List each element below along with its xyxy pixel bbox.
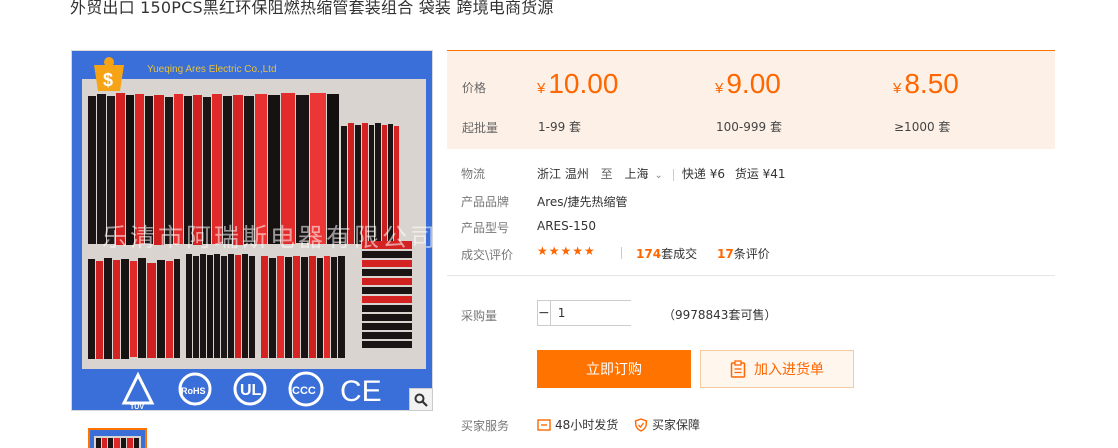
- logistics-label: 物流: [461, 167, 486, 181]
- divider: [447, 275, 1055, 276]
- freight-fee: 货运 ¥41: [734, 167, 786, 181]
- product-main-image[interactable]: TÜV RoHS UL CCC CE Yueqing Ares Electric…: [71, 50, 433, 411]
- add-to-list-label: 加入进货单: [754, 362, 824, 378]
- minus-icon[interactable]: −: [538, 301, 551, 325]
- price-box: 价格 起批量 ¥10.00 ¥9.00 ¥8.50 1-99 套 100-999…: [447, 50, 1055, 149]
- range-tier-3: ≥1000 套: [894, 120, 951, 134]
- add-to-list-button[interactable]: 加入进货单: [700, 350, 854, 388]
- shield-icon: [634, 417, 648, 432]
- price-tier-1: ¥10.00: [537, 68, 619, 99]
- clipboard-icon: [730, 360, 746, 378]
- divider: [621, 247, 622, 259]
- cert-ul-label: UL: [240, 382, 262, 399]
- price-tier-3: ¥8.50: [893, 68, 959, 99]
- model-value: ARES-150: [537, 219, 596, 233]
- cert-tuv-label: TÜV: [130, 402, 144, 411]
- product-title: 外贸出口 150PCS黑红环保阻燃热缩管套装组合 袋装 跨境电商货源: [70, 0, 554, 17]
- moq-label: 起批量: [462, 121, 499, 135]
- chevron-down-icon[interactable]: ⌄: [655, 170, 663, 181]
- zoom-icon[interactable]: [409, 388, 433, 411]
- cert-ccc-label: CCC: [292, 385, 316, 397]
- box-icon: [537, 418, 551, 432]
- sold-count-link[interactable]: 174套成交: [636, 245, 697, 262]
- express-fee: 快递 ¥6: [681, 167, 725, 181]
- cert-ce-label: CE: [340, 375, 382, 408]
- brand-label: 产品品牌: [461, 195, 510, 209]
- deals-label: 成交\评价: [461, 248, 514, 262]
- logistics-to-city[interactable]: 上海: [625, 167, 649, 181]
- range-tier-1: 1-99 套: [538, 120, 582, 134]
- quantity-stepper: −: [537, 300, 708, 326]
- services-label: 买家服务: [461, 419, 510, 433]
- model-label: 产品型号: [461, 221, 510, 235]
- image-watermark-cn: 乐清市阿瑞斯电器有限公司: [102, 223, 433, 252]
- divider: [672, 168, 674, 181]
- svg-text:$: $: [103, 70, 113, 90]
- logistics-to-word: 至: [600, 167, 613, 181]
- buy-now-button[interactable]: 立即订购: [537, 350, 691, 388]
- price-tier-2: ¥9.00: [715, 68, 781, 99]
- brand-value: Ares/捷先热缩管: [537, 195, 628, 209]
- range-tier-2: 100-999 套: [716, 120, 782, 134]
- product-thumbnail[interactable]: [88, 428, 147, 448]
- price-label: 价格: [462, 81, 487, 95]
- service-buyer-protection[interactable]: 买家保障: [634, 416, 700, 433]
- logistics-value: 浙江 温州 至 上海 ⌄ 快递 ¥6 货运 ¥41: [537, 165, 786, 182]
- service-48h-shipping[interactable]: 48小时发货: [537, 416, 618, 433]
- review-count-link[interactable]: 17条评价: [717, 245, 770, 262]
- logistics-from: 浙江 温州: [537, 167, 589, 181]
- stock-available: （9978843套可售）: [663, 308, 777, 322]
- cert-rohs-label: RoHS: [181, 386, 206, 396]
- image-watermark-en: Yueqing Ares Electric Co.,Ltd: [147, 64, 277, 75]
- rating-stars: ★★★★★: [537, 244, 596, 258]
- quantity-label: 采购量: [461, 309, 498, 323]
